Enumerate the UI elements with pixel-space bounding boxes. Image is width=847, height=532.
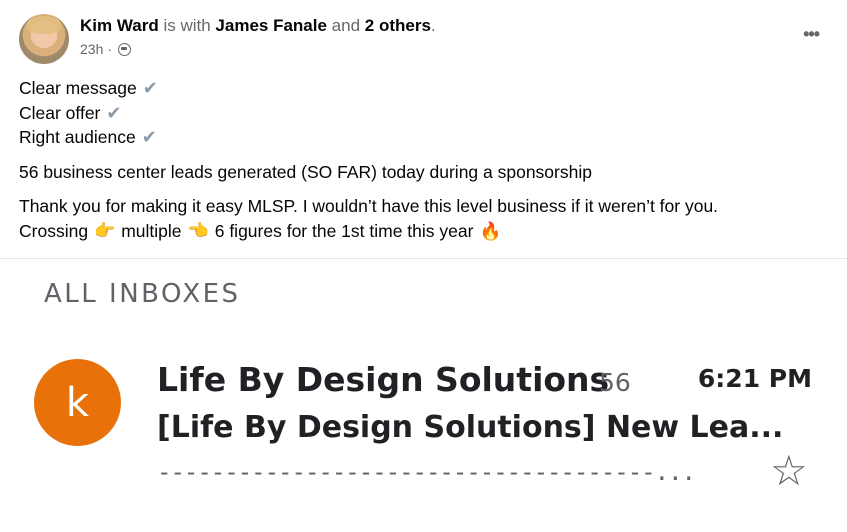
post-line-text: 6 figures for the 1st time this year (214, 220, 474, 241)
meta-dot: · (107, 41, 113, 57)
author-avatar[interactable] (19, 14, 69, 64)
author-name[interactable]: Kim Ward (80, 16, 159, 35)
others-link[interactable]: 2 others (365, 16, 431, 35)
sender-name[interactable]: Life By Design Solutions (157, 360, 609, 399)
mail-snippet: -------------------------------------... (157, 458, 696, 486)
mail-subject[interactable]: [Life By Design Solutions] New Lea... (157, 410, 783, 445)
post-line: Thank you for making it easy MLSP. I wou… (19, 194, 718, 219)
audience-icon[interactable] (118, 42, 132, 56)
with-text: is with (163, 16, 211, 35)
section-divider (0, 258, 847, 259)
post-line-text: Clear message (19, 78, 137, 98)
tagged-person[interactable]: James Fanale (215, 16, 327, 35)
post-line-text: Crossing (19, 220, 89, 241)
post-line: 56 business center leads generated (SO F… (19, 160, 718, 185)
post-line: Clear message ✔ (19, 76, 718, 101)
star-icon[interactable]: ☆ (770, 450, 808, 492)
point-left-icon: 👈 (187, 220, 209, 240)
point-right-icon: 👉 (94, 220, 116, 240)
header-period: . (430, 16, 436, 35)
post-meta: 23h · (80, 41, 132, 57)
check-icon: ✔ (106, 102, 122, 123)
check-icon: ✔ (141, 127, 157, 147)
post-body: Clear message ✔ Clear offer ✔ Right audi… (19, 76, 718, 243)
facebook-post: Kim Ward is with James Fanale and 2 othe… (0, 0, 847, 258)
mail-time: 6:21 PM (697, 364, 812, 393)
post-line: Crossing 👉 multiple 👈 6 figures for the … (19, 219, 718, 244)
more-horizontal-icon[interactable]: ••• (803, 24, 820, 45)
and-text: and (331, 16, 361, 35)
post-line-text: Clear offer (19, 102, 101, 123)
thread-count: 56 (599, 368, 631, 397)
check-icon: ✔ (142, 78, 158, 98)
post-time[interactable]: 23h (80, 41, 103, 57)
post-line-text: Thank you for making it easy MLSP. I wou… (19, 196, 719, 216)
post-line-text: multiple (121, 220, 182, 241)
post-line: Right audience ✔ (19, 125, 718, 150)
sender-avatar[interactable]: k (34, 359, 121, 446)
fire-icon: 🔥 (479, 220, 502, 241)
post-header: Kim Ward is with James Fanale and 2 othe… (80, 16, 436, 36)
inbox-heading: ALL INBOXES (44, 279, 241, 309)
post-line: Clear offer ✔ (19, 101, 718, 126)
post-line-text: Right audience (19, 127, 136, 147)
post-line-text: 56 business center leads generated (SO F… (19, 161, 592, 182)
